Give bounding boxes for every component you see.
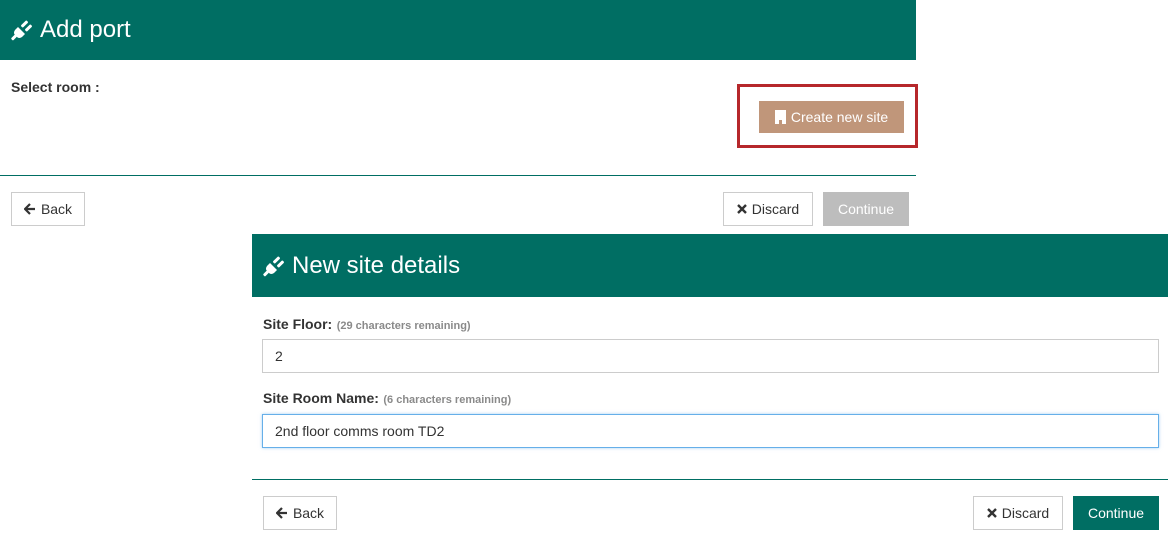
- site-floor-input[interactable]: [262, 339, 1159, 373]
- new-site-header: New site details: [252, 234, 1168, 297]
- discard-label: Discard: [751, 201, 800, 217]
- add-port-header: Add port: [0, 0, 916, 60]
- page-title: Add port: [40, 16, 131, 43]
- back-label: Back: [292, 505, 325, 521]
- site-floor-label: Site Floor:: [263, 316, 333, 332]
- site-room-name-input[interactable]: [262, 414, 1159, 448]
- document-icon: [774, 110, 786, 124]
- site-room-label: Site Room Name:: [263, 390, 379, 406]
- discard-label: Discard: [1001, 505, 1050, 521]
- continue-label: Continue: [1087, 505, 1145, 521]
- continue-button[interactable]: Continue: [823, 192, 909, 226]
- select-room-label: Select room :: [11, 79, 100, 95]
- plug-icon: [10, 18, 34, 42]
- discard-button[interactable]: Discard: [723, 192, 813, 226]
- create-new-site-button[interactable]: Create new site: [759, 101, 904, 133]
- divider: [0, 175, 916, 176]
- times-icon: [736, 204, 747, 214]
- new-site-dialog: New site details Site Floor: (29 charact…: [252, 234, 1168, 544]
- continue-label: Continue: [837, 201, 895, 217]
- continue-button[interactable]: Continue: [1073, 496, 1159, 530]
- back-label: Back: [40, 201, 73, 217]
- dialog-title: New site details: [292, 251, 461, 279]
- add-port-dialog: Add port Select room : Create new site B…: [0, 0, 918, 240]
- back-button[interactable]: Back: [263, 496, 337, 530]
- site-floor-field-label: Site Floor: (29 characters remaining): [263, 316, 471, 334]
- plug-icon: [262, 254, 286, 278]
- discard-button[interactable]: Discard: [973, 496, 1063, 530]
- create-new-site-label: Create new site: [790, 109, 889, 125]
- site-floor-hint: (29 characters remaining): [336, 320, 471, 332]
- divider: [252, 479, 1168, 480]
- arrow-left-icon: [23, 203, 36, 215]
- arrow-left-icon: [275, 507, 288, 519]
- site-room-hint: (6 characters remaining): [383, 394, 512, 406]
- back-button[interactable]: Back: [11, 192, 85, 226]
- times-icon: [986, 508, 997, 518]
- site-room-field-label: Site Room Name: (6 characters remaining): [263, 390, 511, 408]
